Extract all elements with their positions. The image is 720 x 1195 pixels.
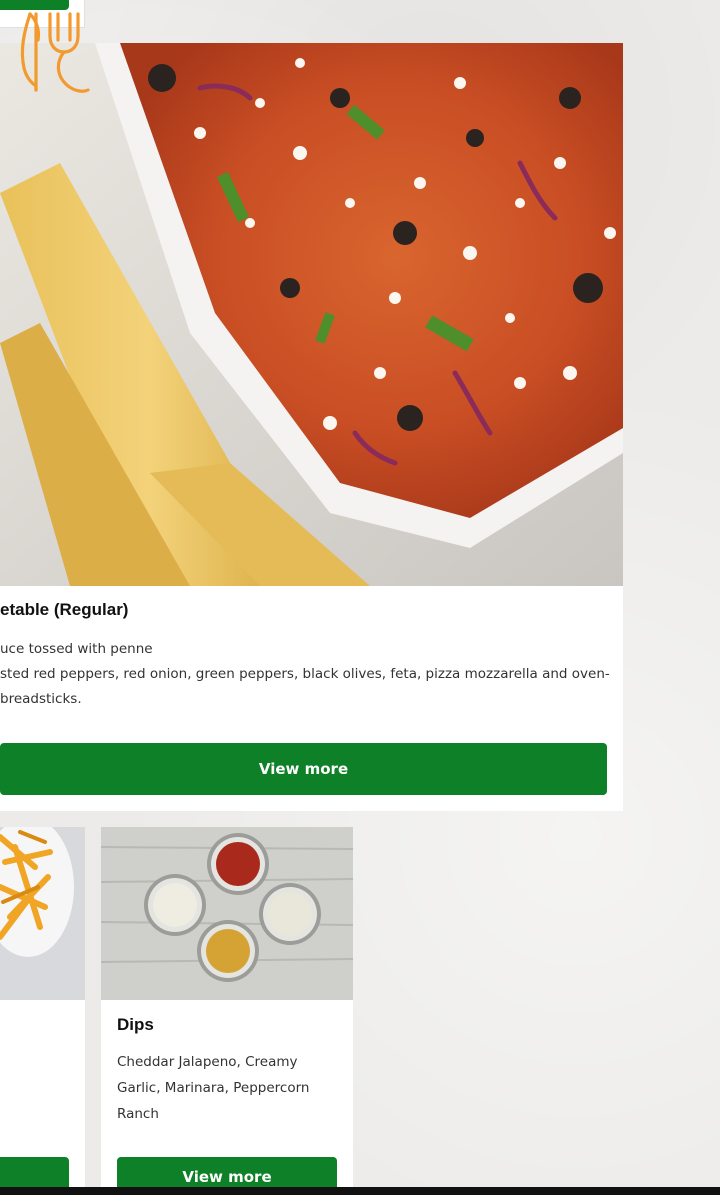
- description-line: Cheddar Jalapeno, Creamy: [117, 1054, 298, 1070]
- description-line: Garlic, Marinara, Peppercorn: [117, 1080, 310, 1096]
- featured-product-title: etable (Regular): [0, 600, 129, 619]
- fries-product-image: [0, 827, 85, 1000]
- dips-description: Cheddar Jalapeno, Creamy Garlic, Marinar…: [117, 1049, 337, 1127]
- dips-product-card: Dips Cheddar Jalapeno, Creamy Garlic, Ma…: [101, 827, 353, 1195]
- description-line: sted red peppers, red onion, green peppe…: [0, 666, 610, 682]
- pasta-product-image: [0, 43, 623, 586]
- description-line: Ranch: [117, 1106, 159, 1122]
- bottom-edge-bar: [0, 1187, 720, 1195]
- description-line: uce tossed with penne: [0, 641, 153, 657]
- featured-product-description: uce tossed with penne sted red peppers, …: [0, 637, 623, 712]
- dips-title: Dips: [117, 1015, 154, 1034]
- featured-view-more-button[interactable]: View more: [0, 743, 607, 795]
- featured-product-card: etable (Regular) uce tossed with penne s…: [0, 43, 623, 811]
- fork-leaf-icon[interactable]: [16, 10, 90, 94]
- dips-product-image: [101, 827, 353, 1000]
- fries-product-card: [0, 827, 85, 1195]
- description-line: breadsticks.: [0, 691, 82, 707]
- partial-view-more-button-top[interactable]: [0, 0, 69, 10]
